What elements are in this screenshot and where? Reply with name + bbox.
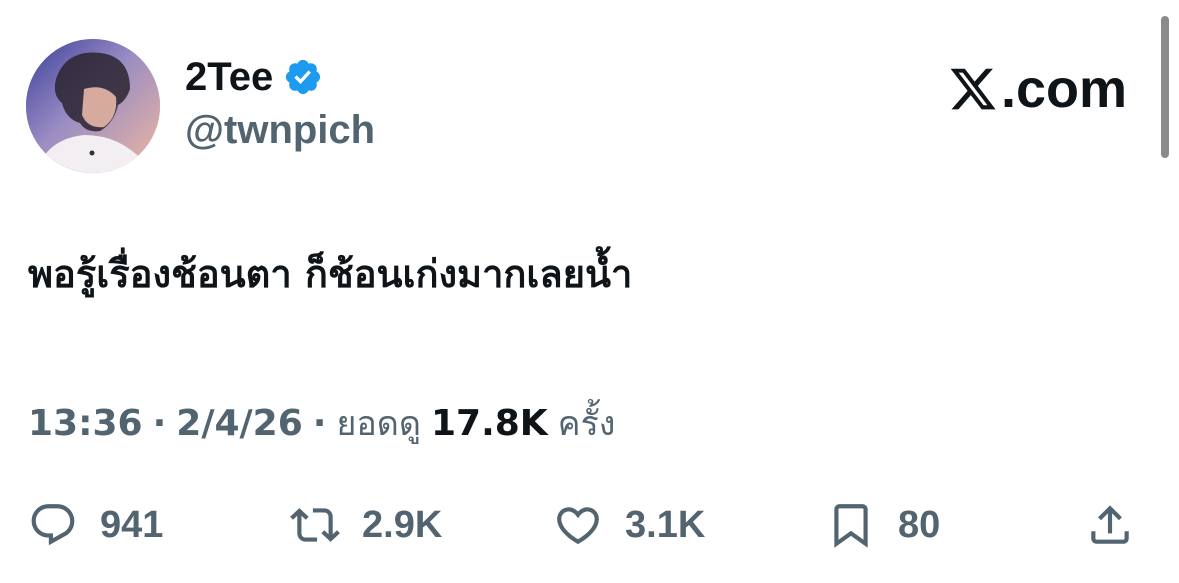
meta-separator: · — [312, 403, 327, 444]
views-count[interactable]: 17.8K — [431, 403, 548, 444]
reply-count: 941 — [100, 503, 164, 546]
retweet-button[interactable]: 2.9K — [290, 490, 442, 560]
avatar-image — [26, 39, 160, 173]
retweet-icon — [290, 508, 340, 542]
bookmark-button[interactable]: 80 — [826, 490, 940, 560]
verified-badge-icon — [286, 59, 321, 95]
author-display-name[interactable]: 2Tee — [185, 57, 273, 97]
meta-separator: · — [152, 403, 167, 444]
author-handle[interactable]: @twnpich — [185, 108, 375, 152]
brand-text: .com — [1000, 59, 1127, 119]
brand-watermark: .com — [947, 62, 1127, 116]
scrollbar[interactable] — [1161, 16, 1169, 158]
action-bar: 941 2.9K 3.1K 80 — [0, 490, 1179, 560]
avatar[interactable] — [26, 39, 160, 173]
reply-button[interactable]: 941 — [28, 490, 163, 560]
tweet-text: พอรู้เรื่องช้อนตา ก็ช้อนเก่งมากเลยน้ำ — [28, 252, 633, 296]
x-logo-icon — [950, 68, 996, 110]
views-unit: ครั้ง — [557, 404, 616, 444]
retweet-count: 2.9K — [362, 503, 443, 546]
tweet-date[interactable]: 2/4/26 — [176, 403, 303, 444]
heart-icon — [557, 507, 599, 545]
views-label: ยอดดู — [336, 404, 421, 444]
reply-icon — [31, 504, 75, 546]
like-count: 3.1K — [625, 503, 706, 546]
share-button[interactable] — [1085, 490, 1135, 560]
tweet-time[interactable]: 13:36 — [28, 403, 143, 444]
author-name-row: 2Tee — [185, 52, 323, 102]
bookmark-count: 80 — [898, 503, 941, 546]
like-button[interactable]: 3.1K — [553, 490, 705, 560]
tweet-card: 2Tee @twnpich .com พอรู้เรื่องช้อนตา ก็ช… — [0, 0, 1179, 583]
tweet-meta: 13:36 · 2/4/26 · ยอดดู 17.8K ครั้ง — [28, 396, 615, 450]
bookmark-icon — [834, 504, 868, 548]
share-icon — [1091, 505, 1129, 544]
